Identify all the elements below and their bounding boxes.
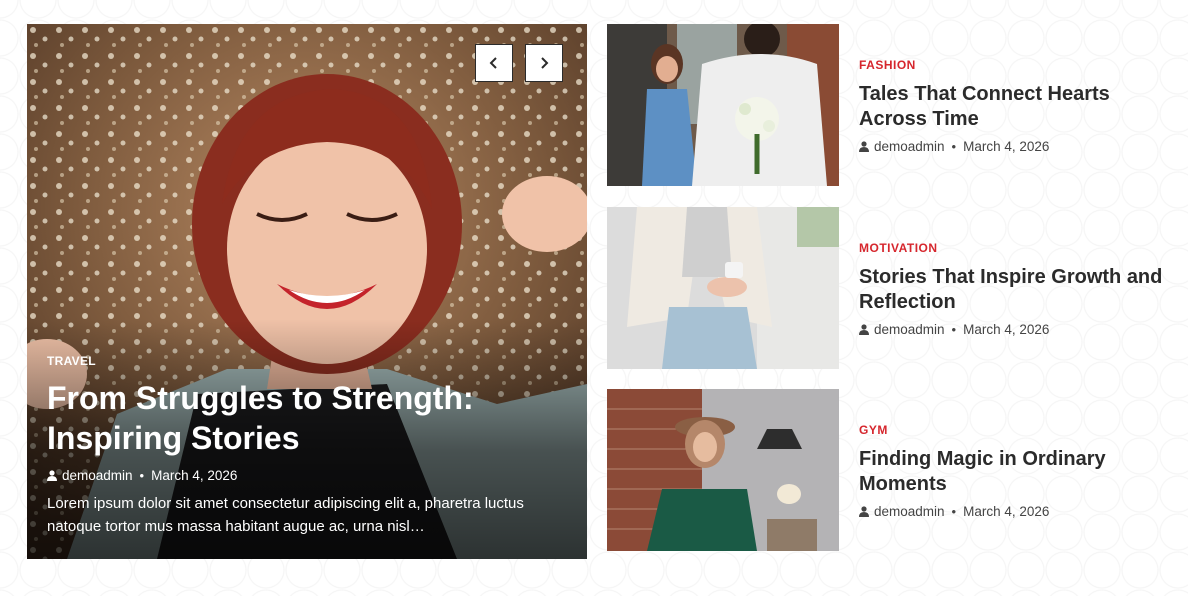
post-card: GYM Finding Magic in Ordinary Moments de… [607,389,1167,551]
user-icon [859,506,869,517]
post-meta: demoadmin • March 4, 2026 [859,139,1169,154]
slider-prev-button[interactable] [475,44,513,82]
featured-slide[interactable]: TRAVEL From Struggles to Strength: Inspi… [27,24,587,559]
post-body: MOTIVATION Stories That Inspire Growth a… [859,241,1169,337]
post-title[interactable]: Tales That Connect Hearts Across Time [859,82,1169,132]
user-icon [859,141,869,152]
post-author-link[interactable]: demoadmin [874,322,945,337]
meta-separator: • [139,468,145,483]
post-card: FASHION Tales That Connect Hearts Across… [607,24,1167,186]
post-image [607,389,839,551]
post-image [607,24,839,186]
post-card: MOTIVATION Stories That Inspire Growth a… [607,207,1167,369]
post-image [607,207,839,369]
post-author-link[interactable]: demoadmin [874,139,945,154]
slider-next-button[interactable] [525,44,563,82]
featured-excerpt: Lorem ipsum dolor sit amet consectetur a… [47,495,524,535]
post-thumbnail[interactable] [607,24,839,186]
chevron-left-icon [489,57,497,69]
featured-meta: demoadmin • March 4, 2026 [47,468,567,483]
meta-separator: • [951,322,957,337]
post-body: GYM Finding Magic in Ordinary Moments de… [859,423,1169,519]
featured-category-link[interactable]: TRAVEL [47,354,567,368]
post-category-link[interactable]: GYM [859,423,1169,437]
post-meta: demoadmin • March 4, 2026 [859,322,1169,337]
post-author-link[interactable]: demoadmin [874,504,945,519]
post-category-link[interactable]: MOTIVATION [859,241,1169,255]
featured-content: TRAVEL From Struggles to Strength: Inspi… [47,354,567,538]
featured-author-link[interactable]: demoadmin [62,468,133,483]
post-thumbnail[interactable] [607,207,839,369]
post-date[interactable]: March 4, 2026 [963,139,1049,154]
post-body: FASHION Tales That Connect Hearts Across… [859,58,1169,154]
featured-date[interactable]: March 4, 2026 [151,468,237,483]
meta-separator: • [951,139,957,154]
post-meta: demoadmin • March 4, 2026 [859,504,1169,519]
user-icon [47,470,57,481]
post-thumbnail[interactable] [607,389,839,551]
post-title[interactable]: Stories That Inspire Growth and Reflecti… [859,265,1169,315]
chevron-right-icon [541,57,549,69]
post-date[interactable]: March 4, 2026 [963,322,1049,337]
post-date[interactable]: March 4, 2026 [963,504,1049,519]
featured-title[interactable]: From Struggles to Strength: Inspiring St… [47,378,567,458]
meta-separator: • [951,504,957,519]
post-title[interactable]: Finding Magic in Ordinary Moments [859,447,1169,497]
user-icon [859,324,869,335]
post-category-link[interactable]: FASHION [859,58,1169,72]
